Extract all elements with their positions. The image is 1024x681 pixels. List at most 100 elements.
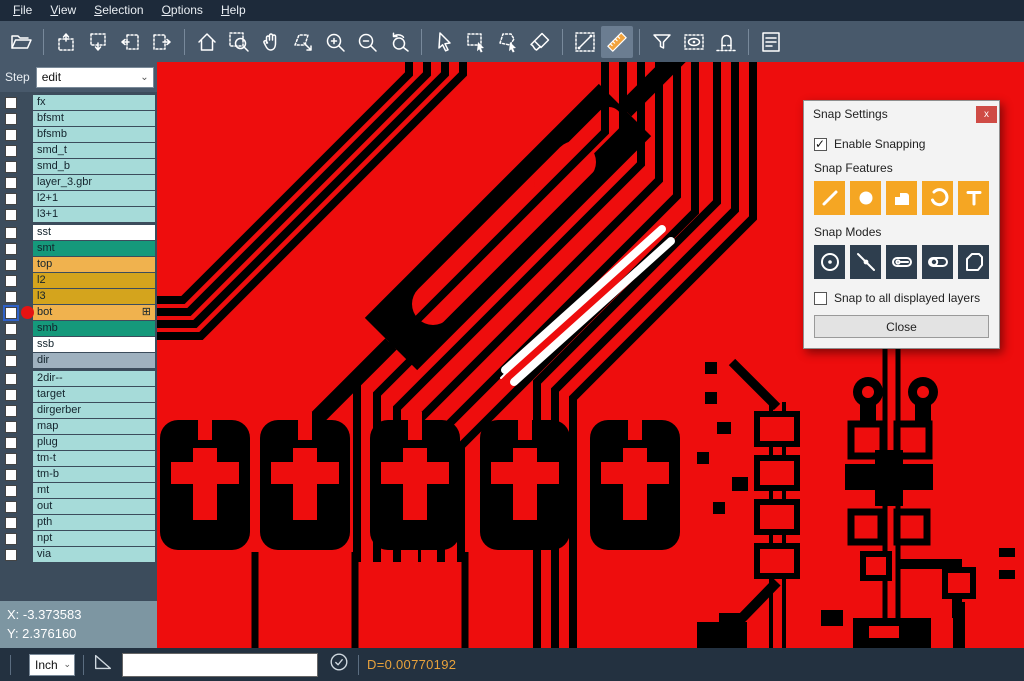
layer-visibility-checkbox[interactable] bbox=[5, 193, 17, 205]
layer-row[interactable]: tm-t bbox=[0, 451, 157, 466]
layer-name-bar[interactable]: via bbox=[33, 547, 155, 562]
layer-row[interactable]: bot ⊞ bbox=[0, 305, 157, 320]
layer-visibility-checkbox[interactable] bbox=[5, 129, 17, 141]
snap-mode-contour-icon[interactable] bbox=[958, 245, 989, 279]
layer-visibility-checkbox[interactable] bbox=[5, 209, 17, 221]
layer-name-bar[interactable]: out bbox=[33, 499, 155, 514]
snap-mode-center-icon[interactable] bbox=[814, 245, 845, 279]
layer-name-bar[interactable]: plug bbox=[33, 435, 155, 450]
layer-row[interactable]: l2 bbox=[0, 273, 157, 288]
menu-options[interactable]: Options bbox=[153, 0, 212, 21]
layer-row[interactable]: smb bbox=[0, 321, 157, 336]
measure-point-icon[interactable] bbox=[569, 26, 601, 58]
layer-visibility-checkbox[interactable] bbox=[5, 437, 17, 449]
layer-row[interactable]: smt bbox=[0, 241, 157, 256]
layer-row[interactable]: sst bbox=[0, 225, 157, 240]
layer-visibility-checkbox[interactable] bbox=[5, 533, 17, 545]
zoom-polygon-icon[interactable] bbox=[287, 26, 319, 58]
layer-visibility-checkbox[interactable] bbox=[5, 405, 17, 417]
select-cursor-icon[interactable] bbox=[428, 26, 460, 58]
layer-visibility-checkbox[interactable] bbox=[5, 275, 17, 287]
menu-view[interactable]: View bbox=[41, 0, 85, 21]
layer-name-bar[interactable]: ssb bbox=[33, 337, 155, 352]
layer-name-bar[interactable]: tm-t bbox=[33, 451, 155, 466]
close-icon[interactable]: x bbox=[976, 106, 997, 123]
layer-name-bar[interactable]: 2dir-- bbox=[33, 371, 155, 386]
layer-name-bar[interactable]: l3+1 bbox=[33, 207, 155, 222]
layer-visibility-checkbox[interactable] bbox=[5, 97, 17, 109]
layer-row[interactable]: bfsmb bbox=[0, 127, 157, 142]
layer-name-bar[interactable]: top bbox=[33, 257, 155, 272]
zoom-out-icon[interactable] bbox=[351, 26, 383, 58]
close-button[interactable]: Close bbox=[814, 315, 989, 338]
layer-name-bar[interactable]: layer_3.gbr bbox=[33, 175, 155, 190]
layer-row[interactable]: dirgerber bbox=[0, 403, 157, 418]
home-icon[interactable] bbox=[191, 26, 223, 58]
layer-visibility-checkbox[interactable] bbox=[5, 485, 17, 497]
snap-mode-pad-hole-icon[interactable] bbox=[922, 245, 953, 279]
layer-row[interactable]: mt bbox=[0, 483, 157, 498]
layer-row[interactable]: map bbox=[0, 419, 157, 434]
layer-row[interactable]: plug bbox=[0, 435, 157, 450]
menu-selection[interactable]: Selection bbox=[85, 0, 152, 21]
layer-name-bar[interactable]: dir bbox=[33, 353, 155, 368]
filter-icon[interactable] bbox=[646, 26, 678, 58]
layer-row[interactable]: top bbox=[0, 257, 157, 272]
layer-row[interactable]: bfsmt bbox=[0, 111, 157, 126]
layer-row[interactable]: via bbox=[0, 547, 157, 562]
snap-mode-pad-slot-icon[interactable] bbox=[886, 245, 917, 279]
layer-row[interactable]: fx bbox=[0, 95, 157, 110]
layer-visibility-checkbox[interactable] bbox=[5, 389, 17, 401]
zoom-in-icon[interactable] bbox=[319, 26, 351, 58]
layer-name-bar[interactable]: l2 bbox=[33, 273, 155, 288]
layer-visibility-checkbox[interactable] bbox=[5, 227, 17, 239]
snap-feature-surface-icon[interactable] bbox=[886, 181, 917, 215]
layer-row[interactable]: l2+1 bbox=[0, 191, 157, 206]
layer-row[interactable]: l3+1 bbox=[0, 207, 157, 222]
check-circle-icon[interactable] bbox=[328, 651, 350, 678]
layer-name-bar[interactable]: bot ⊞ bbox=[33, 305, 155, 320]
layer-name-bar[interactable]: map bbox=[33, 419, 155, 434]
layer-name-bar[interactable]: dirgerber bbox=[33, 403, 155, 418]
menu-file[interactable]: File bbox=[4, 0, 41, 21]
layer-name-bar[interactable]: smb bbox=[33, 321, 155, 336]
layer-row[interactable]: npt bbox=[0, 531, 157, 546]
layer-visibility-checkbox[interactable] bbox=[5, 373, 17, 385]
layer-name-bar[interactable]: l2+1 bbox=[33, 191, 155, 206]
layer-name-bar[interactable]: sst bbox=[33, 225, 155, 240]
layer-row[interactable]: target bbox=[0, 387, 157, 402]
pan-hand-icon[interactable] bbox=[255, 26, 287, 58]
pad-bottom-icon[interactable] bbox=[82, 26, 114, 58]
magnet-icon[interactable] bbox=[710, 26, 742, 58]
unit-select[interactable]: Inch ⌄ bbox=[29, 654, 75, 676]
layer-name-bar[interactable]: target bbox=[33, 387, 155, 402]
layer-name-bar[interactable]: fx bbox=[33, 95, 155, 110]
layer-visibility-checkbox[interactable] bbox=[5, 549, 17, 561]
layer-row[interactable]: l3 bbox=[0, 289, 157, 304]
layer-name-bar[interactable]: smd_b bbox=[33, 159, 155, 174]
layer-visibility-checkbox[interactable] bbox=[5, 113, 17, 125]
enable-snapping-checkbox[interactable] bbox=[814, 138, 827, 151]
layer-visibility-checkbox[interactable] bbox=[5, 421, 17, 433]
layer-name-bar[interactable]: l3 bbox=[33, 289, 155, 304]
layer-visibility-checkbox[interactable] bbox=[5, 161, 17, 173]
pad-right-icon[interactable] bbox=[146, 26, 178, 58]
layer-row[interactable]: smd_b bbox=[0, 159, 157, 174]
layer-row[interactable]: smd_t bbox=[0, 143, 157, 158]
layer-name-bar[interactable]: tm-b bbox=[33, 467, 155, 482]
step-select[interactable]: edit ⌄ bbox=[36, 67, 154, 88]
select-rectangle-icon[interactable] bbox=[460, 26, 492, 58]
zoom-window-icon[interactable] bbox=[223, 26, 255, 58]
ruler-icon[interactable] bbox=[601, 26, 633, 58]
layer-row[interactable]: layer_3.gbr bbox=[0, 175, 157, 190]
measure-input[interactable] bbox=[122, 653, 318, 677]
layer-visibility-checkbox[interactable] bbox=[5, 243, 17, 255]
grid-icon[interactable]: ⊞ bbox=[142, 307, 151, 318]
snap-feature-circle-icon[interactable] bbox=[850, 181, 881, 215]
snap-mode-point-on-line-icon[interactable] bbox=[850, 245, 881, 279]
layer-name-bar[interactable]: bfsmb bbox=[33, 127, 155, 142]
layer-visibility-checkbox[interactable] bbox=[5, 145, 17, 157]
layer-row[interactable]: out bbox=[0, 499, 157, 514]
menu-help[interactable]: Help bbox=[212, 0, 255, 21]
open-folder-icon[interactable] bbox=[5, 26, 37, 58]
